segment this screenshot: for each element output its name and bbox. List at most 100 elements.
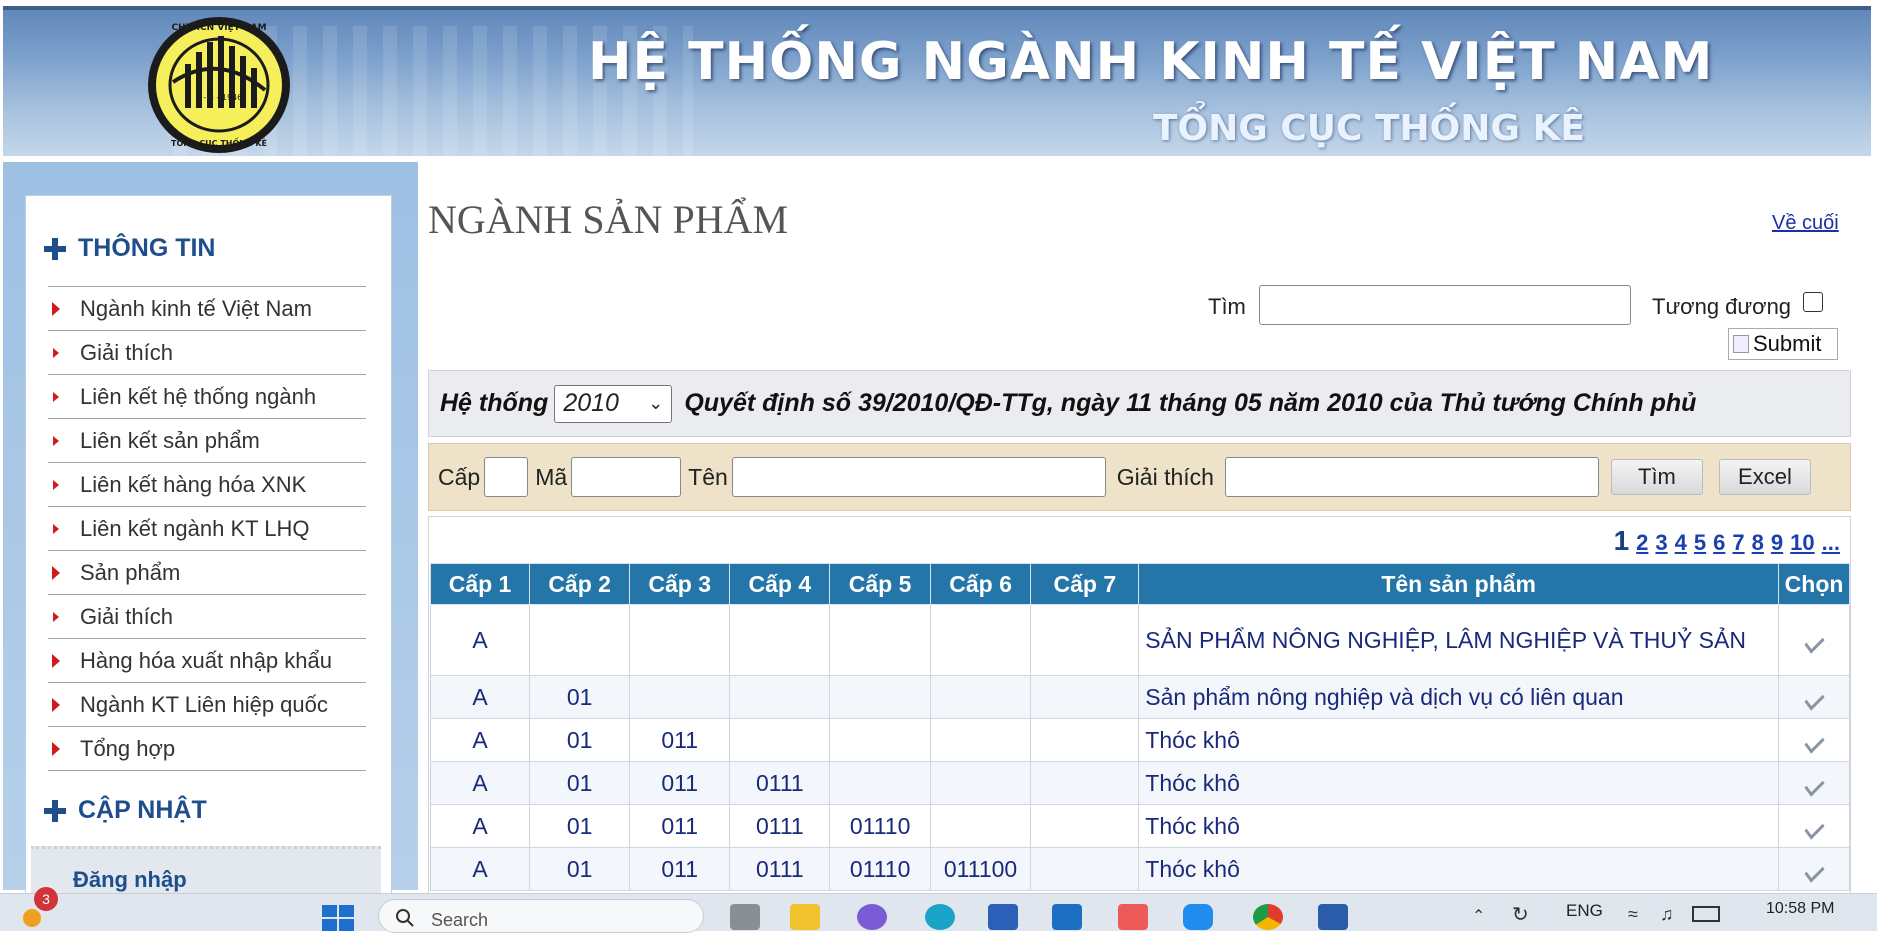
search-input[interactable] [1259, 285, 1631, 325]
excel-export-button[interactable]: Excel [1718, 459, 1811, 495]
filter-explain-input[interactable] [1224, 457, 1599, 497]
outlook-icon[interactable] [1052, 904, 1082, 930]
table-row[interactable]: A 01 011 0111 01110 011100 Thóc khô [429, 847, 1850, 891]
pagination-link[interactable]: 9 [1771, 530, 1783, 556]
level-cell: 011100 [929, 847, 1032, 891]
sidebar-menu-item[interactable]: Liên kết hệ thống ngành [48, 374, 366, 418]
scroll-to-end-link[interactable]: Về cuối [1772, 212, 1839, 235]
checkmark-icon[interactable] [1803, 859, 1825, 883]
table-row[interactable]: A 01 011 Thóc khô [429, 718, 1850, 762]
equivalent-checkbox[interactable] [1803, 292, 1823, 312]
column-header[interactable]: Cấp 3 [629, 563, 731, 605]
taskbar-search-box[interactable]: Search [378, 899, 704, 933]
sidebar-menu-item[interactable]: Hàng hóa xuất nhập khẩu [48, 638, 366, 682]
checkmark-icon[interactable] [1803, 773, 1825, 797]
column-header[interactable]: Chọn [1778, 563, 1850, 605]
level-cell [929, 718, 1032, 762]
task-view-icon[interactable] [730, 904, 760, 930]
level-cell [1030, 761, 1140, 805]
checkmark-icon[interactable] [1803, 687, 1825, 711]
table-row[interactable]: A 01 011 0111 01110 Thóc khô [429, 804, 1850, 848]
level-cell [929, 675, 1032, 719]
word-icon[interactable] [1318, 904, 1348, 930]
volume-icon[interactable]: ♫ [1660, 904, 1674, 925]
select-cell[interactable] [1778, 718, 1850, 762]
level-cell [1030, 718, 1140, 762]
level-cell [729, 718, 831, 762]
level-cell: 01110 [829, 804, 931, 848]
start-icon[interactable] [322, 903, 356, 936]
sidebar-menu-item[interactable]: Sản phẩm [48, 550, 366, 594]
pagination-link[interactable]: 4 [1675, 530, 1687, 556]
sidebar-menu-item[interactable]: Giải thích [48, 594, 366, 638]
sidebar-menu-item[interactable]: Ngành kinh tế Việt Nam [48, 286, 366, 330]
pagination-current: 1 [1613, 525, 1630, 556]
filter-find-button[interactable]: Tìm [1610, 459, 1703, 495]
arrow-right-icon [53, 347, 59, 358]
sidebar-menu-label: Giải thích [80, 339, 173, 365]
level-cell: 01 [529, 847, 631, 891]
refresh-icon[interactable]: ↻ [1512, 902, 1529, 927]
sidebar-menu-label: Tổng hợp [80, 735, 176, 761]
filter-name-input[interactable] [731, 457, 1106, 497]
sidebar-menu-item[interactable]: Liên kết ngành KT LHQ [48, 506, 366, 550]
table-row[interactable]: A 01 Sản phẩm nông nghiệp và dịch vụ có li… [429, 675, 1850, 719]
sidebar-menu-item[interactable]: Liên kết hàng hóa XNK [48, 462, 366, 506]
product-table-panel: 1 2 3 4 5 6 7 8 9 10... Cấp 1 Cấp 2 Cấp 3 Cấp 4 … [428, 516, 1851, 896]
select-cell[interactable] [1778, 847, 1850, 891]
zalo-icon[interactable] [1183, 904, 1213, 930]
table-row[interactable]: A 01 011 0111 Thóc khô [429, 761, 1850, 805]
arrow-right-icon [52, 653, 60, 668]
checkmark-icon[interactable] [1803, 630, 1825, 654]
battery-icon[interactable] [1692, 906, 1720, 922]
sidebar-menu-item[interactable]: Liên kết sản phẩm [48, 418, 366, 462]
edge-browser-icon[interactable] [925, 904, 955, 930]
copilot-icon[interactable] [857, 904, 887, 930]
sidebar-menu: Ngành kinh tế Việt Nam Giải thích Liên kết… [48, 286, 366, 771]
checkmark-icon[interactable] [1803, 730, 1825, 754]
pagination-link[interactable]: ... [1822, 530, 1840, 556]
filter-level-input[interactable] [484, 457, 529, 497]
pagination-link[interactable]: 3 [1655, 530, 1667, 556]
select-cell[interactable] [1778, 675, 1850, 719]
column-header[interactable]: Cấp 2 [529, 563, 631, 605]
chrome-icon[interactable] [1253, 904, 1283, 930]
wifi-icon[interactable]: ≈ [1628, 904, 1638, 925]
gso-logo[interactable]: CHXHCN VIỆT NAM 6 - 5 - 1946 TỔNG CỤC TH… [143, 12, 295, 156]
system-year-select[interactable]: 2010 ⌄ [554, 384, 673, 423]
update-section-heading[interactable]: CẬP NHẬT [44, 796, 207, 825]
pagination-link[interactable]: 8 [1752, 530, 1764, 556]
calendar-app-icon[interactable] [1118, 904, 1148, 930]
store-icon[interactable] [988, 904, 1018, 930]
pagination-link[interactable]: 6 [1713, 530, 1725, 556]
pagination-link[interactable]: 5 [1694, 530, 1706, 556]
pagination-link[interactable]: 2 [1636, 530, 1648, 556]
column-header[interactable]: Tên sản phẩm [1138, 563, 1780, 605]
select-cell[interactable] [1778, 761, 1850, 805]
tray-chevron-icon[interactable]: ⌃ [1472, 906, 1485, 926]
submit-button[interactable]: Submit [1728, 328, 1838, 360]
column-header[interactable]: Cấp 5 [829, 563, 931, 605]
pagination-link[interactable]: 10 [1790, 530, 1814, 556]
select-cell[interactable] [1778, 804, 1850, 848]
sidebar-menu-item[interactable]: Giải thích [48, 330, 366, 374]
column-header[interactable]: Cấp 6 [929, 563, 1032, 605]
language-indicator[interactable]: ENG [1566, 901, 1603, 921]
login-link[interactable]: Đăng nhập [73, 867, 187, 893]
table-header-row: Cấp 1 Cấp 2 Cấp 3 Cấp 4 Cấp 5 Cấp 6 Cấp … [429, 563, 1850, 605]
file-explorer-icon[interactable] [790, 904, 820, 930]
select-cell[interactable] [1778, 604, 1850, 676]
info-section-heading[interactable]: THÔNG TIN [44, 234, 216, 263]
checkmark-icon[interactable] [1803, 816, 1825, 840]
sidebar-menu-item[interactable]: Ngành KT Liên hiệp quốc [48, 682, 366, 726]
clock[interactable]: 10:58 PM [1766, 900, 1834, 918]
pagination-link[interactable]: 7 [1732, 530, 1744, 556]
table-row[interactable]: A SẢN PHẨM NÔNG NGHIỆP, LÂM NGHIỆP VÀ THU… [429, 604, 1850, 676]
column-header[interactable]: Cấp 4 [729, 563, 831, 605]
filter-code-input[interactable] [571, 457, 682, 497]
sidebar-menu-item[interactable]: Tổng hợp [48, 726, 366, 771]
arrow-right-icon [52, 697, 60, 712]
column-header[interactable]: Cấp 1 [429, 563, 531, 605]
level-cell [929, 604, 1032, 676]
column-header[interactable]: Cấp 7 [1030, 563, 1140, 605]
